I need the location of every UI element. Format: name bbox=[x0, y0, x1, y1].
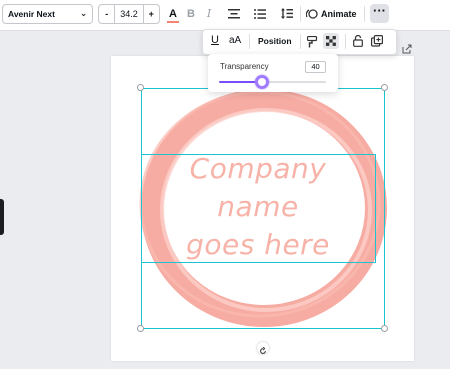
toolbar-divider bbox=[300, 6, 301, 22]
increase-font-size-button[interactable]: + bbox=[144, 5, 159, 23]
lock-button[interactable] bbox=[353, 34, 363, 52]
popup-divider bbox=[300, 34, 301, 49]
italic-button[interactable]: I bbox=[203, 5, 215, 23]
duplicate-icon bbox=[371, 35, 384, 47]
paint-format-button[interactable] bbox=[306, 35, 318, 53]
text-color-swatch bbox=[167, 21, 179, 23]
transparency-panel: Transparency 40 bbox=[208, 54, 338, 92]
text-toolbar: Avenir Next ⌄ - 34.2 + A B I Animate ··· bbox=[0, 0, 450, 31]
rotate-icon bbox=[260, 346, 266, 354]
font-family-select[interactable]: Avenir Next ⌄ bbox=[2, 4, 93, 24]
resize-handle[interactable] bbox=[137, 84, 144, 91]
animate-button[interactable]: Animate bbox=[306, 4, 357, 24]
unlock-icon bbox=[353, 34, 363, 47]
checkerboard-icon bbox=[326, 36, 336, 46]
text-line: name bbox=[217, 190, 299, 223]
spacing-button[interactable] bbox=[279, 5, 295, 23]
font-size-stepper: - 34.2 + bbox=[98, 4, 160, 24]
align-center-icon bbox=[228, 9, 240, 19]
letter-case-button[interactable]: aA bbox=[229, 35, 241, 46]
font-family-value: Avenir Next bbox=[8, 9, 55, 19]
more-options-button[interactable]: ··· bbox=[370, 4, 389, 23]
text-color-icon: A bbox=[169, 8, 177, 20]
resize-handle[interactable] bbox=[381, 325, 388, 332]
transparency-value-input[interactable]: 40 bbox=[305, 61, 326, 73]
paint-roller-icon bbox=[306, 35, 318, 48]
duplicate-button[interactable] bbox=[371, 34, 384, 52]
company-name-text[interactable]: Company name goes here bbox=[142, 150, 374, 264]
transparency-slider-track[interactable] bbox=[219, 75, 326, 89]
resize-handle[interactable] bbox=[381, 84, 388, 91]
resize-handle[interactable] bbox=[137, 325, 144, 332]
transparency-slider-thumb[interactable] bbox=[254, 75, 269, 89]
popup-divider bbox=[345, 34, 346, 49]
chevron-down-icon: ⌄ bbox=[80, 9, 87, 18]
list-icon bbox=[254, 9, 266, 19]
font-size-input[interactable]: 34.2 bbox=[114, 5, 144, 23]
line-spacing-icon bbox=[281, 8, 293, 19]
underline-button[interactable]: U bbox=[211, 34, 219, 46]
popup-divider bbox=[249, 34, 250, 49]
side-panel-tab[interactable] bbox=[0, 199, 4, 235]
toolbar-divider bbox=[364, 6, 365, 22]
align-center-button[interactable] bbox=[226, 5, 242, 23]
text-color-button[interactable]: A bbox=[166, 5, 180, 23]
transparency-label: Transparency bbox=[220, 62, 269, 71]
transparency-button[interactable] bbox=[323, 33, 339, 49]
rotate-handle[interactable] bbox=[257, 342, 269, 354]
animate-label: Animate bbox=[321, 9, 357, 19]
position-button[interactable]: Position bbox=[258, 36, 292, 46]
text-format-popup: U aA Position bbox=[202, 29, 397, 55]
animate-icon bbox=[306, 9, 318, 19]
text-line: goes here bbox=[186, 228, 330, 261]
bold-button[interactable]: B bbox=[185, 5, 197, 23]
decrease-font-size-button[interactable]: - bbox=[99, 5, 114, 23]
share-page-icon[interactable] bbox=[402, 41, 412, 54]
text-line: Company bbox=[189, 152, 327, 185]
list-button[interactable] bbox=[252, 5, 268, 23]
